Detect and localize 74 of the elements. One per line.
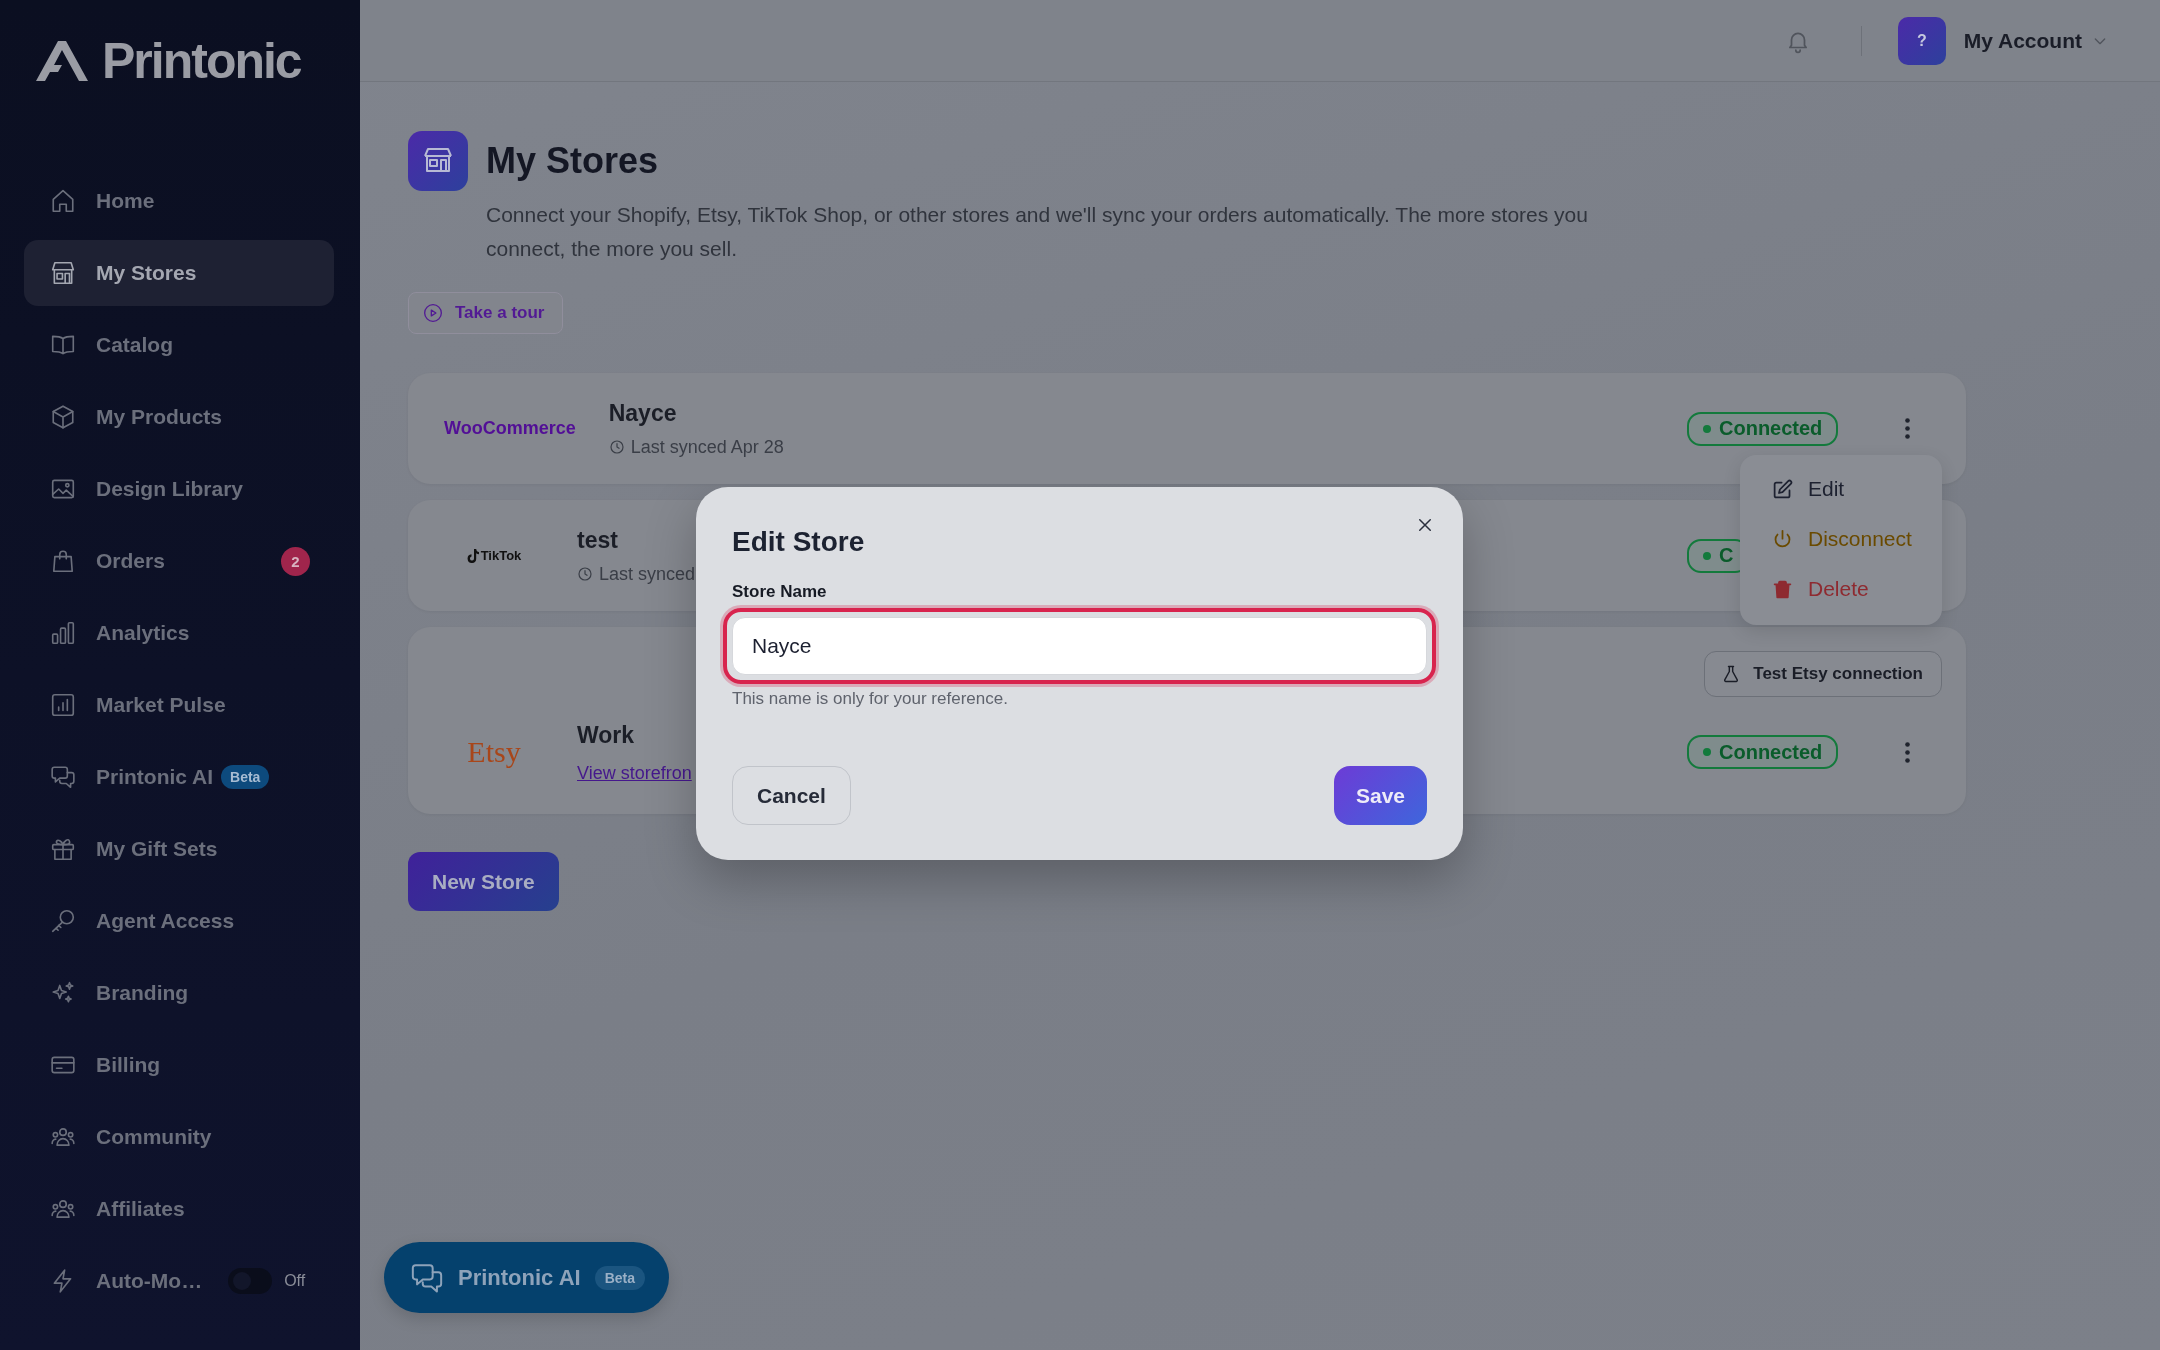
sidebar-item[interactable]: My Products — [24, 384, 334, 450]
store-name: test — [577, 526, 619, 554]
platform-logo: Etsy — [467, 735, 521, 769]
sidebar-item[interactable]: My Stores — [24, 240, 334, 306]
chat-bubbles-icon — [50, 764, 76, 790]
shopping-bag-icon — [50, 548, 76, 574]
sidebar-item[interactable]: My Gift Sets — [24, 816, 334, 882]
new-store-button[interactable]: New Store — [408, 852, 559, 911]
music-note-icon — [466, 548, 479, 563]
sidebar-item[interactable]: Printonic AI Beta — [24, 744, 334, 810]
store-name: Work — [577, 720, 636, 749]
clock-icon — [608, 439, 625, 455]
status-text: C — [1719, 544, 1734, 567]
status-dot-icon — [1703, 424, 1711, 433]
logo-mark-icon — [36, 41, 88, 81]
status-text: Connected — [1719, 740, 1823, 764]
menu-item[interactable]: Disconnect — [1740, 517, 1942, 561]
sidebar-item[interactable]: Branding — [24, 960, 334, 1026]
status-text: Connected — [1719, 417, 1823, 440]
ai-assistant-button[interactable]: Printonic AI Beta — [384, 1242, 669, 1313]
page-title: My Stores — [486, 139, 659, 183]
play-circle-icon — [423, 303, 443, 323]
menu-item[interactable]: Edit — [1740, 467, 1942, 511]
page-description: Connect your Shopify, Etsy, TikTok Shop, or other stores and we'll sync your orders automatically. The more stores you connect, the more you sell. — [486, 202, 1589, 262]
last-synced-text: Last synced Apr 28 — [630, 436, 784, 458]
sidebar-item[interactable]: Design Library — [24, 456, 334, 522]
home-icon — [50, 188, 76, 214]
account-avatar[interactable]: ? — [1897, 16, 1946, 65]
platform-logo: TikTok — [480, 548, 522, 563]
close-icon — [1416, 516, 1434, 534]
vertical-dots-icon — [1904, 741, 1910, 763]
gift-icon — [50, 836, 76, 862]
field-label: Store Name — [732, 581, 828, 603]
sidebar-item[interactable]: Catalog — [24, 312, 334, 378]
power-icon — [1772, 528, 1793, 550]
sidebar-item[interactable]: Affiliates — [24, 1176, 334, 1242]
cancel-button[interactable]: Cancel — [732, 766, 851, 825]
account-menu-button[interactable]: My Account — [1963, 28, 2108, 53]
save-button[interactable]: Save — [1333, 766, 1427, 825]
store-name-input[interactable]: Nayce — [723, 608, 1436, 684]
sidebar-item[interactable]: Community — [24, 1104, 334, 1170]
status-dot-icon — [1703, 748, 1711, 756]
clock-icon — [577, 566, 593, 582]
test-connection-button[interactable]: Test Etsy connection — [1704, 651, 1942, 697]
bar-chart-icon — [50, 620, 76, 646]
sidebar-item[interactable]: Market Pulse — [24, 672, 334, 738]
beta-tag: Beta — [594, 1265, 645, 1290]
platform-logo: WooCommerce — [444, 418, 576, 439]
storefront-icon — [50, 260, 76, 286]
key-icon — [50, 908, 76, 934]
trash-icon — [1772, 578, 1793, 600]
last-synced-text: Last synced — [599, 563, 696, 585]
menu-item[interactable]: Delete — [1740, 567, 1942, 611]
dialog-title: Edit Store — [732, 525, 866, 559]
count-badge: 2 — [281, 546, 310, 576]
cube-icon — [50, 404, 76, 430]
edit-icon — [1772, 478, 1793, 500]
chart-square-icon — [50, 692, 76, 718]
storefront-link[interactable]: View storefron — [577, 761, 692, 784]
vertical-dots-icon — [1904, 418, 1910, 439]
beta-tag: Beta — [221, 765, 270, 789]
toggle-state-label: Off — [284, 1272, 306, 1290]
sidebar-item[interactable]: Billing — [24, 1032, 334, 1098]
sidebar-item[interactable]: Auto-Mo… Off — [24, 1248, 334, 1314]
storefront-icon — [408, 131, 468, 191]
sidebar-item[interactable]: Home — [24, 168, 334, 234]
tour-button[interactable]: Take a tour — [408, 292, 564, 334]
logo-text: Printonic — [102, 38, 301, 84]
sidebar-item[interactable]: Orders 2 — [24, 528, 334, 594]
store-name: Nayce — [608, 399, 678, 427]
sidebar-item[interactable]: Analytics — [24, 600, 334, 666]
status-dot-icon — [1703, 551, 1711, 560]
help-text: This name is only for your reference. — [732, 688, 1009, 710]
sidebar-item[interactable]: Agent Access — [24, 888, 334, 954]
